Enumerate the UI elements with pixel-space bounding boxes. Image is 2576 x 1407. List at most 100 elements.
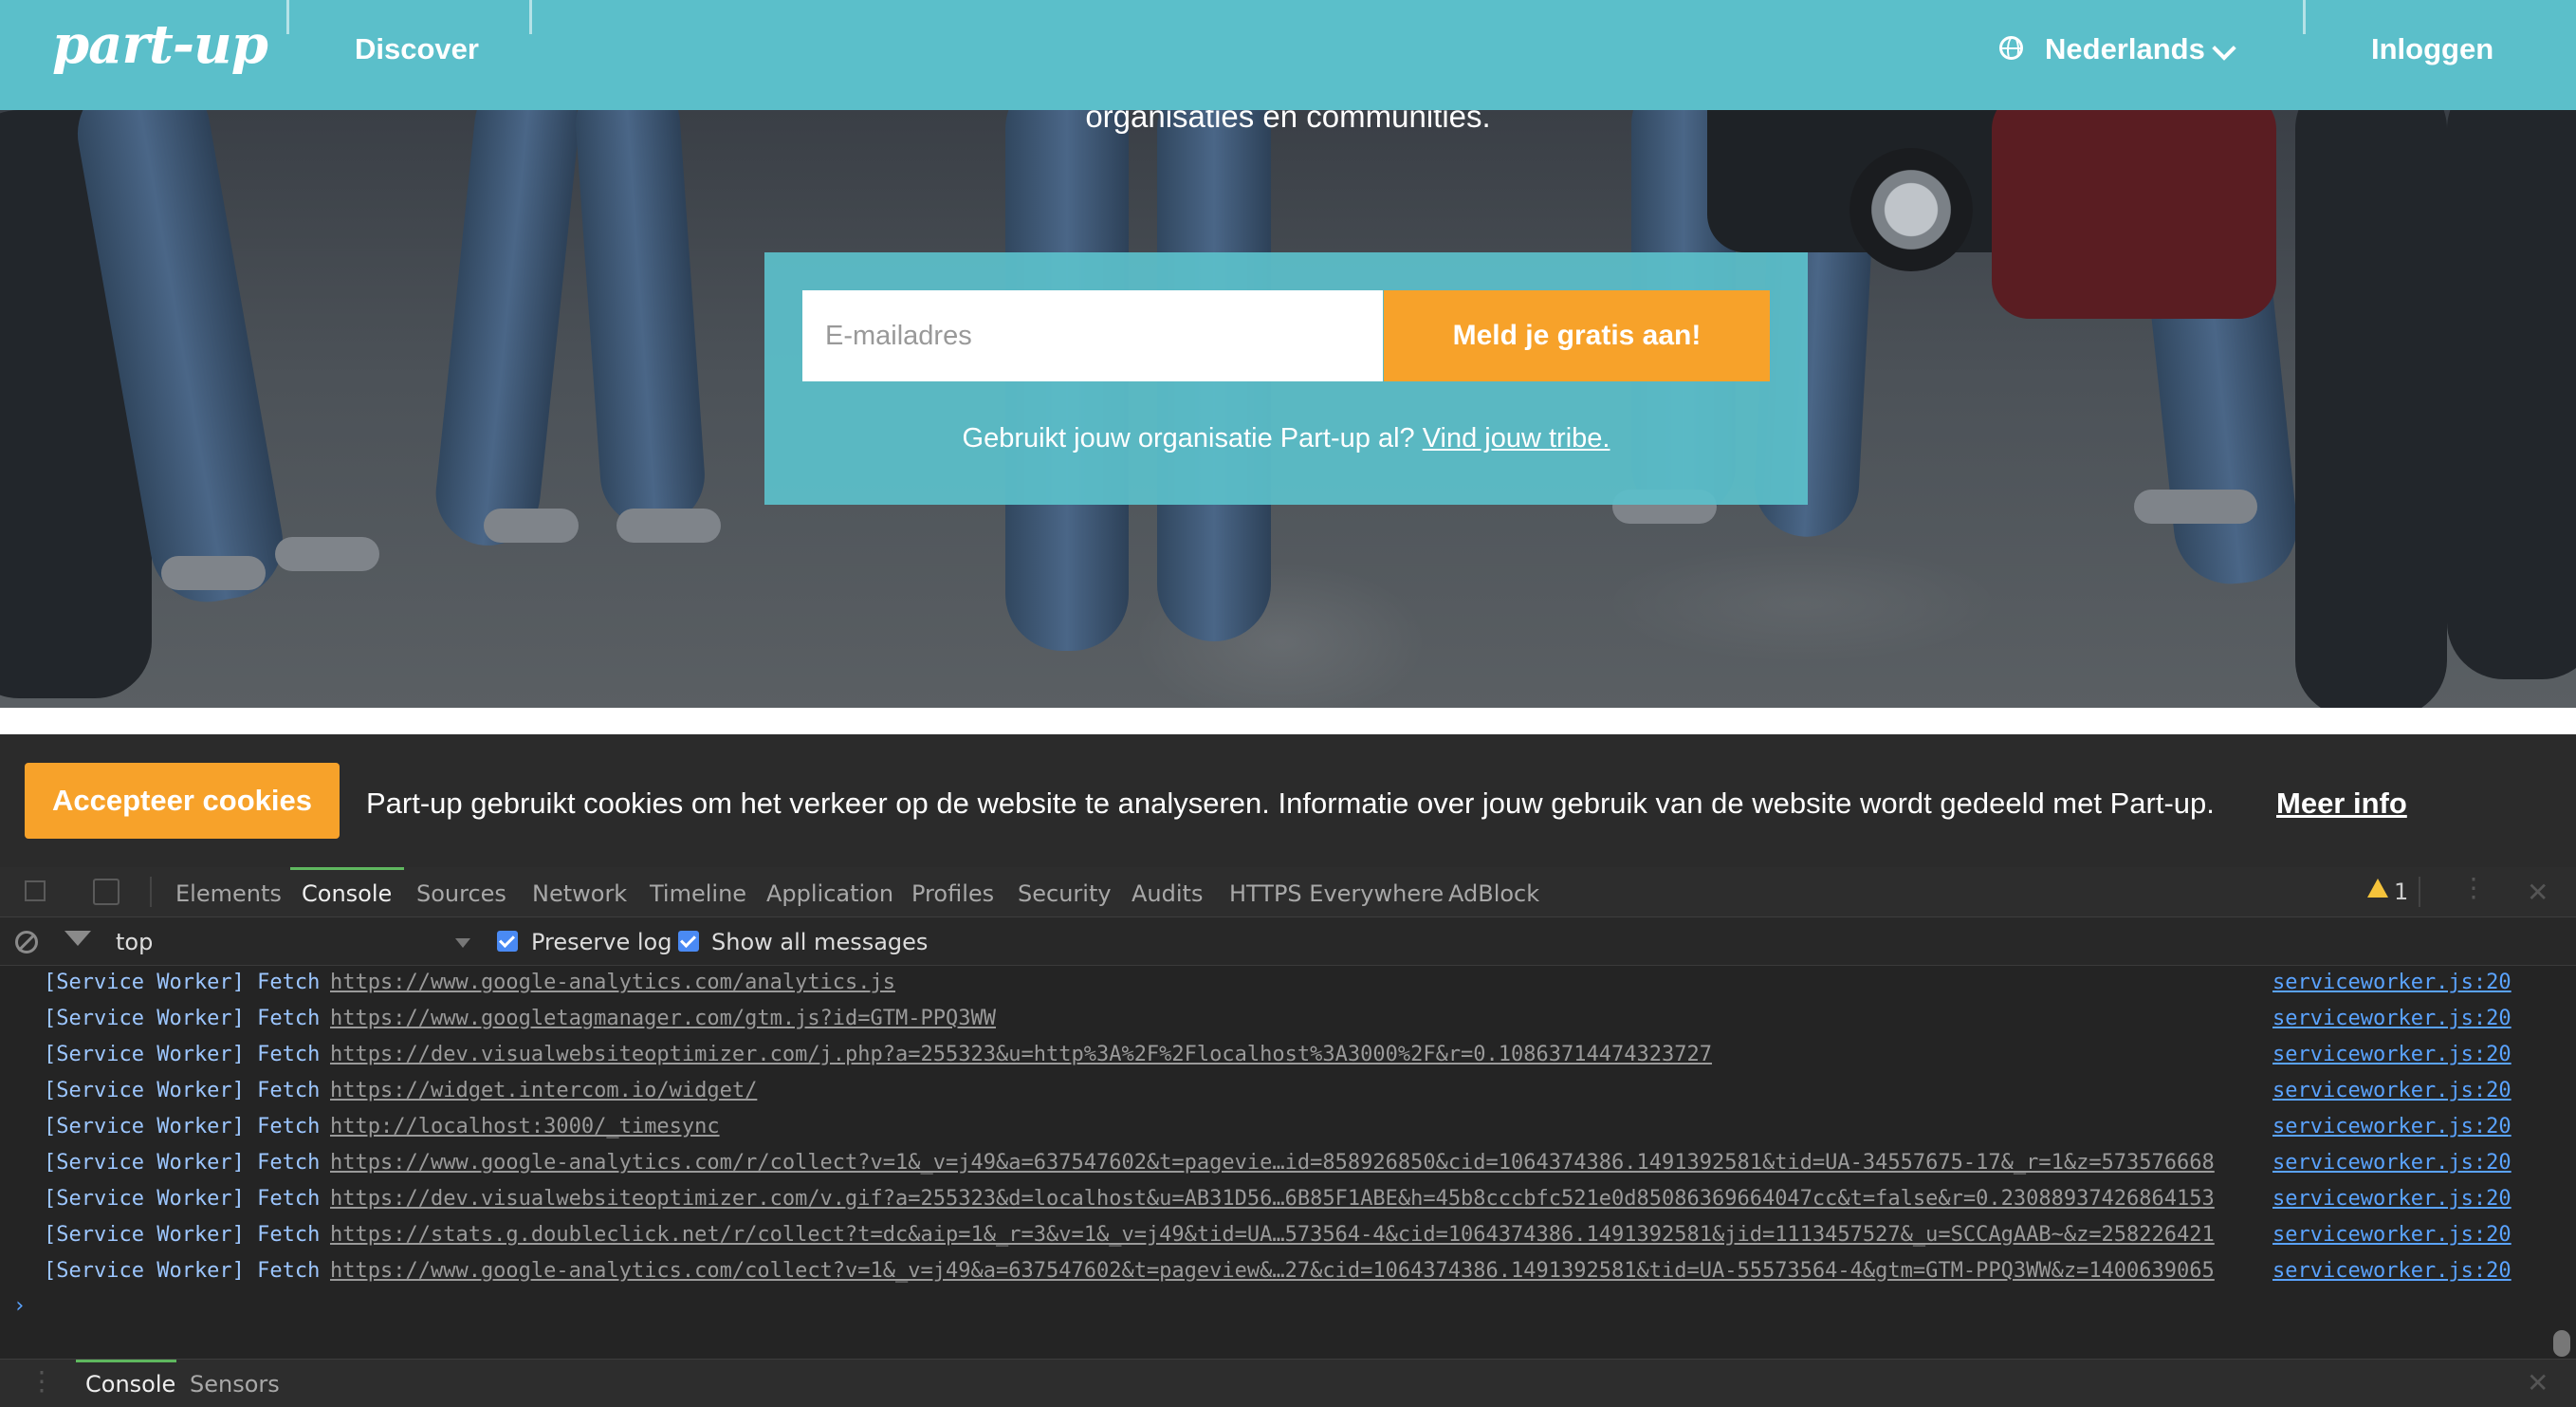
show-all-messages-label[interactable]: Show all messages xyxy=(711,929,928,955)
log-source-link[interactable]: serviceworker.js:20 xyxy=(2272,1187,2512,1211)
find-tribe-link[interactable]: Vind jouw tribe. xyxy=(1423,423,1610,454)
tab-security[interactable]: Security xyxy=(1018,880,1112,907)
log-prefix: [Service Worker] Fetch xyxy=(44,1043,321,1066)
close-drawer-icon[interactable]: ✕ xyxy=(2527,1367,2548,1398)
tab-elements[interactable]: Elements xyxy=(175,880,282,907)
close-devtools-icon[interactable]: ✕ xyxy=(2527,877,2548,908)
log-row: [Service Worker] Fetch https://stats.g.d… xyxy=(0,1218,2576,1254)
log-prefix: [Service Worker] Fetch xyxy=(44,1259,321,1283)
log-row: [Service Worker] Fetch https://www.googl… xyxy=(0,1002,2576,1038)
tab-sources[interactable]: Sources xyxy=(416,880,506,907)
log-prefix: [Service Worker] Fetch xyxy=(44,1223,321,1247)
log-url-link[interactable]: https://dev.visualwebsiteoptimizer.com/j… xyxy=(330,1043,1712,1066)
login-link[interactable]: Inloggen xyxy=(2371,32,2493,66)
tribe-question: Gebruikt jouw organisatie Part-up al? xyxy=(962,423,1415,454)
chevron-down-icon[interactable] xyxy=(2212,36,2236,61)
context-selector[interactable]: top xyxy=(116,929,153,955)
car-silhouette xyxy=(1992,110,2276,319)
shoe xyxy=(161,556,266,590)
console-filter-bar: top Preserve log Show all messages xyxy=(0,917,2576,966)
log-source-link[interactable]: serviceworker.js:20 xyxy=(2272,1151,2512,1175)
hero-section: organisaties en communities. Meld je gra… xyxy=(0,110,2576,708)
active-tab-indicator xyxy=(290,867,404,870)
devtools-panel: Elements Console Sources Network Timelin… xyxy=(0,867,2576,1407)
drawer-tab-sensors[interactable]: Sensors xyxy=(190,1371,280,1398)
log-row: [Service Worker] Fetch https://www.googl… xyxy=(0,1254,2576,1290)
warning-count[interactable]: 1 xyxy=(2394,879,2408,905)
devtools-tab-bar: Elements Console Sources Network Timelin… xyxy=(0,867,2576,917)
discover-link[interactable]: Discover xyxy=(355,32,479,66)
tab-https-everywhere[interactable]: HTTPS Everywhere xyxy=(1229,880,1444,907)
log-url-link[interactable]: https://www.google-analytics.com/r/colle… xyxy=(330,1151,2215,1175)
log-url-link[interactable]: http://localhost:3000/_timesync xyxy=(330,1115,720,1139)
tab-console[interactable]: Console xyxy=(302,880,392,907)
log-source-link[interactable]: serviceworker.js:20 xyxy=(2272,1259,2512,1283)
log-source-link[interactable]: serviceworker.js:20 xyxy=(2272,1079,2512,1102)
tab-audits[interactable]: Audits xyxy=(1132,880,1203,907)
preserve-log-label[interactable]: Preserve log xyxy=(531,929,672,955)
log-url-link[interactable]: https://www.googletagmanager.com/gtm.js?… xyxy=(330,1007,996,1030)
log-source-link[interactable]: serviceworker.js:20 xyxy=(2272,1007,2512,1030)
console-scrollbar[interactable] xyxy=(2553,1330,2570,1357)
more-options-icon[interactable]: ⋮ xyxy=(2460,875,2487,901)
cookie-message: Part-up gebruikt cookies om het verkeer … xyxy=(366,787,2215,820)
globe-icon[interactable] xyxy=(1999,36,2023,60)
devtools-drawer-bar: ⋮ Console Sensors ✕ xyxy=(0,1359,2576,1407)
log-source-link[interactable]: serviceworker.js:20 xyxy=(2272,1223,2512,1247)
tab-application[interactable]: Application xyxy=(766,880,893,907)
person-legs xyxy=(431,110,584,551)
tab-network[interactable]: Network xyxy=(532,880,627,907)
tab-adblock[interactable]: AdBlock xyxy=(1448,880,1539,907)
person-silhouette xyxy=(2295,110,2447,708)
log-row: [Service Worker] Fetch http://localhost:… xyxy=(0,1110,2576,1146)
person-silhouette xyxy=(2447,110,2576,679)
shoe xyxy=(275,537,379,571)
log-row: [Service Worker] Fetch https://dev.visua… xyxy=(0,1038,2576,1074)
cookie-banner: Accepteer cookies Part-up gebruikt cooki… xyxy=(0,734,2576,867)
log-source-link[interactable]: serviceworker.js:20 xyxy=(2272,1043,2512,1066)
inspect-element-icon[interactable] xyxy=(25,880,46,901)
tab-profiles[interactable]: Profiles xyxy=(911,880,994,907)
log-row: [Service Worker] Fetch https://www.googl… xyxy=(0,1146,2576,1182)
signup-button[interactable]: Meld je gratis aan! xyxy=(1384,290,1770,381)
log-row: [Service Worker] Fetch https://dev.visua… xyxy=(0,1182,2576,1218)
console-prompt[interactable]: › xyxy=(13,1294,26,1318)
tab-timeline[interactable]: Timeline xyxy=(650,880,746,907)
log-url-link[interactable]: https://stats.g.doubleclick.net/r/collec… xyxy=(330,1223,2215,1247)
shoe xyxy=(484,509,579,543)
top-navigation: part-up Discover Nederlands Inloggen xyxy=(0,0,2576,110)
active-drawer-tab-indicator xyxy=(76,1360,176,1362)
drawer-tab-console[interactable]: Console xyxy=(85,1371,175,1398)
drawer-menu-icon[interactable]: ⋮ xyxy=(28,1365,55,1397)
nav-divider xyxy=(529,0,532,34)
car-wheel xyxy=(1849,148,1973,271)
log-source-link[interactable]: serviceworker.js:20 xyxy=(2272,1115,2512,1139)
person-legs xyxy=(572,110,708,531)
log-source-link[interactable]: serviceworker.js:20 xyxy=(2272,971,2512,994)
shoe xyxy=(2134,490,2257,524)
log-prefix: [Service Worker] Fetch xyxy=(44,1187,321,1211)
page-content-edge xyxy=(0,708,2576,734)
language-selector[interactable]: Nederlands xyxy=(2045,32,2205,66)
tribe-line: Gebruikt jouw organisatie Part-up al? Vi… xyxy=(764,423,1808,454)
accept-cookies-button[interactable]: Accepteer cookies xyxy=(25,763,340,839)
clear-console-icon[interactable] xyxy=(15,931,38,953)
email-input[interactable] xyxy=(802,290,1383,381)
dropdown-arrow-icon[interactable] xyxy=(455,938,470,948)
warning-icon[interactable] xyxy=(2367,879,2388,898)
log-row: [Service Worker] Fetch https://www.googl… xyxy=(0,966,2576,1002)
log-prefix: [Service Worker] Fetch xyxy=(44,1007,321,1030)
log-url-link[interactable]: https://widget.intercom.io/widget/ xyxy=(330,1079,757,1102)
device-toolbar-icon[interactable] xyxy=(93,879,120,905)
log-row: [Service Worker] Fetch https://widget.in… xyxy=(0,1074,2576,1110)
preserve-log-checkbox[interactable] xyxy=(497,931,518,952)
more-info-link[interactable]: Meer info xyxy=(2276,787,2407,821)
shoe xyxy=(616,509,721,543)
logo[interactable]: part-up xyxy=(52,13,268,76)
log-prefix: [Service Worker] Fetch xyxy=(44,971,321,994)
show-all-messages-checkbox[interactable] xyxy=(678,931,699,952)
log-url-link[interactable]: https://www.google-analytics.com/analyti… xyxy=(330,971,895,994)
filter-icon[interactable] xyxy=(64,931,91,946)
log-url-link[interactable]: https://dev.visualwebsiteoptimizer.com/v… xyxy=(330,1187,2215,1211)
log-url-link[interactable]: https://www.google-analytics.com/collect… xyxy=(330,1259,2215,1283)
